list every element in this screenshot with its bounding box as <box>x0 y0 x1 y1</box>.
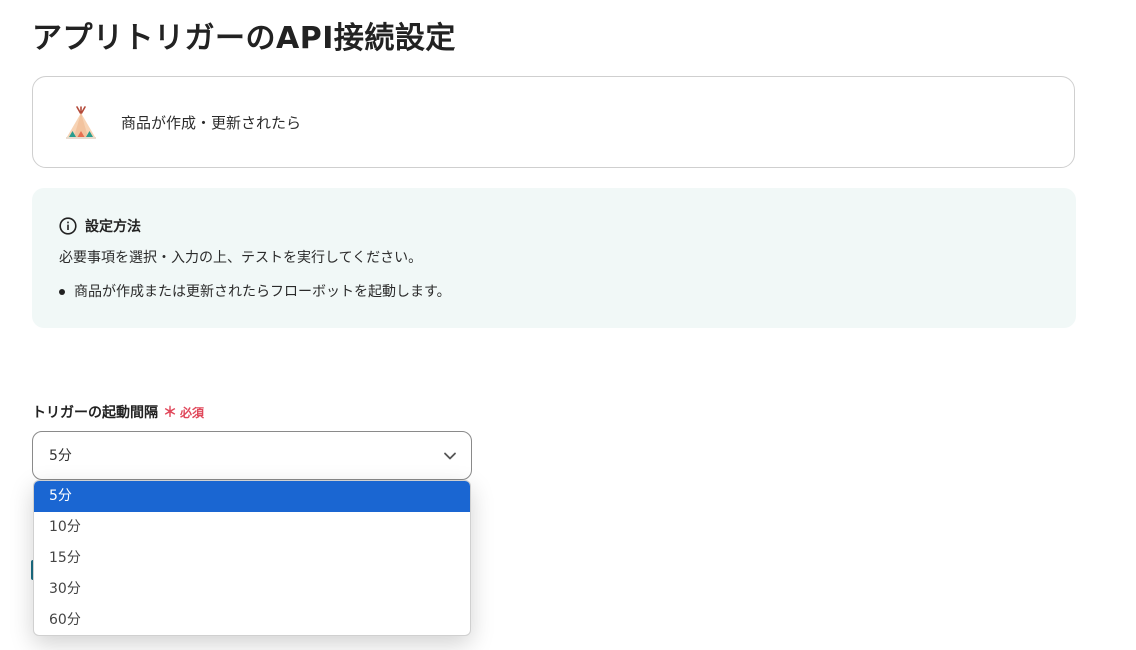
list-item-text: 商品が作成または更新されたらフローボットを起動します。 <box>74 284 451 300</box>
teepee-icon <box>66 106 96 139</box>
interval-select[interactable]: 5分 <box>32 431 472 480</box>
info-heading-text: 設定方法 <box>85 219 141 235</box>
dropdown-option-5min[interactable]: 5分 <box>34 481 470 512</box>
info-circle-icon <box>59 217 77 235</box>
dropdown-option-10min[interactable]: 10分 <box>34 512 470 543</box>
page: アプリトリガーのAPI接続設定 商品が作成・更新されたら 設定方法 必要事項を選… <box>0 0 1136 650</box>
info-list: 商品が作成または更新されたらフローボットを起動します。 <box>59 282 451 302</box>
trigger-label: 商品が作成・更新されたら <box>121 114 302 132</box>
dropdown-option-15min[interactable]: 15分 <box>34 543 470 574</box>
interval-select-value: 5分 <box>49 448 72 464</box>
dropdown-option-60min[interactable]: 60分 <box>34 605 470 635</box>
info-description: 必要事項を選択・入力の上、テストを実行してください。 <box>59 250 423 266</box>
list-item: 商品が作成または更新されたらフローボットを起動します。 <box>59 282 451 302</box>
dropdown-option-30min[interactable]: 30分 <box>34 574 470 605</box>
page-title: アプリトリガーのAPI接続設定 <box>32 21 456 56</box>
required-badge: 必須 <box>180 405 205 420</box>
info-box: 設定方法 必要事項を選択・入力の上、テストを実行してください。 商品が作成または… <box>32 188 1076 328</box>
trigger-card: 商品が作成・更新されたら <box>32 76 1075 168</box>
chevron-down-icon <box>444 452 456 460</box>
interval-field-label-row: トリガーの起動間隔 ＊ 必須 <box>32 402 204 422</box>
interval-field-label: トリガーの起動間隔 <box>32 405 158 421</box>
bullet-icon <box>59 289 65 295</box>
info-heading: 設定方法 <box>59 216 141 236</box>
required-asterisk-icon: ＊ <box>163 405 177 421</box>
interval-dropdown-menu: 5分 10分 15分 30分 60分 <box>33 480 471 636</box>
